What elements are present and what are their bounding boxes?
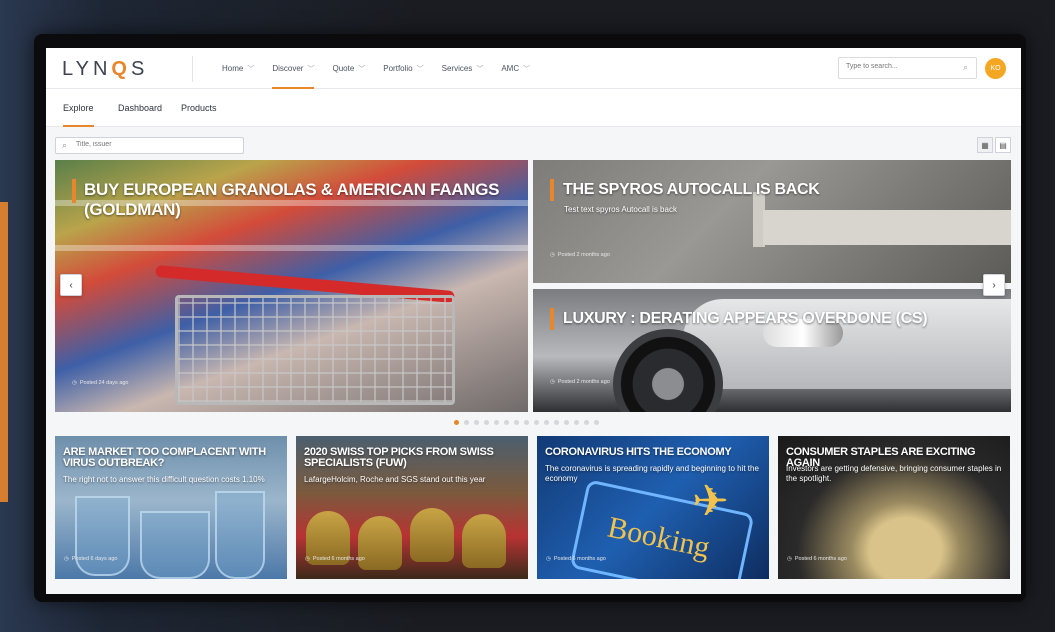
article-card[interactable]: ✈ Booking Coronavirus hits the economy T… bbox=[537, 436, 769, 579]
nav-discover[interactable]: Discover ﹀ bbox=[272, 48, 323, 89]
posted-time: ◷ Posted 6 days ago bbox=[64, 556, 118, 562]
article-card[interactable]: 2020 Swiss top picks from Swiss speciali… bbox=[296, 436, 528, 579]
carousel-dot[interactable] bbox=[504, 420, 509, 425]
carousel-dot[interactable] bbox=[594, 420, 599, 425]
clock-icon: ◷ bbox=[550, 252, 555, 258]
title-accent bbox=[550, 179, 554, 201]
clock-icon: ◷ bbox=[787, 556, 792, 562]
carousel-dot[interactable] bbox=[484, 420, 489, 425]
carousel-dot[interactable] bbox=[514, 420, 519, 425]
carousel-dot[interactable] bbox=[494, 420, 499, 425]
clock-icon: ◷ bbox=[72, 380, 77, 386]
tab-products[interactable]: Products bbox=[181, 89, 217, 127]
carousel-dot[interactable] bbox=[554, 420, 559, 425]
hero-top-right-title: The Spyros Autocall is back bbox=[563, 181, 820, 198]
clock-icon: ◷ bbox=[550, 379, 555, 385]
top-navbar: LYNQS Home ﹀ Discover ﹀ Quote ﹀ Portfolio ﹀ … bbox=[46, 48, 1021, 89]
clock-icon: ◷ bbox=[64, 556, 69, 562]
cowbell-graphic bbox=[410, 508, 454, 562]
glassware-graphic bbox=[215, 491, 265, 579]
wall-graphic bbox=[763, 210, 1011, 245]
article-subtitle: The coronavirus is spreading rapidly and… bbox=[545, 464, 759, 483]
carousel-dot[interactable] bbox=[534, 420, 539, 425]
chevron-right-icon: › bbox=[992, 279, 996, 291]
glassware-graphic bbox=[140, 511, 210, 579]
carousel-dot[interactable] bbox=[574, 420, 579, 425]
carousel-dot[interactable] bbox=[544, 420, 549, 425]
posted-time: ◷ Posted 6 months ago bbox=[305, 556, 365, 562]
search-icon: ⌕ bbox=[62, 140, 68, 150]
nav-services[interactable]: Services ﹀ bbox=[442, 48, 493, 89]
chevron-left-icon: ‹ bbox=[69, 279, 73, 291]
nav-amc[interactable]: AMC ﹀ bbox=[501, 48, 539, 89]
carousel-dots bbox=[454, 420, 599, 425]
article-subtitle: LafargeHolcim, Roche and SGS stand out t… bbox=[304, 475, 486, 484]
app-screen: LYNQS Home ﹀ Discover ﹀ Quote ﹀ Portfolio ﹀ … bbox=[46, 48, 1021, 594]
carousel-dot[interactable] bbox=[564, 420, 569, 425]
posted-time: ◷ Posted 2 months ago bbox=[550, 252, 610, 258]
hero-card-top-right[interactable]: The Spyros Autocall is back Test text sp… bbox=[533, 160, 1011, 283]
shelf-graphic bbox=[55, 245, 528, 251]
hero-bottom-right-title: Luxury : derating appears overdone (CS) bbox=[563, 310, 928, 327]
article-title: Coronavirus hits the economy bbox=[545, 446, 732, 458]
carousel-prev-button[interactable]: ‹ bbox=[60, 274, 82, 296]
hero-card-main[interactable]: Buy European Granolas & American FAANGs … bbox=[55, 160, 528, 412]
posted-time: ◷ Posted 24 days ago bbox=[72, 380, 129, 386]
avatar[interactable]: KO bbox=[985, 58, 1006, 79]
glassware-graphic bbox=[75, 496, 130, 576]
chevron-down-icon: ﹀ bbox=[523, 65, 531, 73]
chevron-down-icon: ﹀ bbox=[247, 65, 255, 73]
article-title: 2020 Swiss top picks from Swiss speciali… bbox=[304, 446, 494, 469]
carousel-dot[interactable] bbox=[454, 420, 459, 425]
posted-time: ◷ Posted 6 months ago bbox=[546, 556, 606, 562]
tab-dashboard[interactable]: Dashboard bbox=[118, 89, 162, 127]
chevron-down-icon: ﹀ bbox=[307, 65, 315, 73]
search-input[interactable] bbox=[846, 63, 956, 70]
tab-explore[interactable]: Explore bbox=[63, 89, 94, 127]
article-title: Are market too complacent with virus out… bbox=[63, 446, 266, 469]
background-accent bbox=[0, 202, 8, 502]
hero-card-bottom-right[interactable]: Luxury : derating appears overdone (CS) … bbox=[533, 289, 1011, 412]
sub-tabs: Explore Dashboard Products bbox=[46, 89, 1021, 127]
title-accent bbox=[72, 179, 76, 203]
article-subtitle: The right not to answer this difficult q… bbox=[63, 475, 265, 484]
carousel-dot[interactable] bbox=[464, 420, 469, 425]
chevron-down-icon: ﹀ bbox=[416, 65, 424, 73]
posted-time: ◷ Posted 6 months ago bbox=[787, 556, 847, 562]
carousel-dot[interactable] bbox=[474, 420, 479, 425]
title-accent bbox=[550, 308, 554, 330]
hero-main-title: Buy European Granolas & American FAANGs … bbox=[84, 180, 500, 219]
chevron-down-icon: ﹀ bbox=[476, 65, 484, 73]
nav-portfolio[interactable]: Portfolio ﹀ bbox=[383, 48, 432, 89]
filter-input[interactable] bbox=[76, 141, 236, 148]
article-card[interactable]: Consumer staples are exciting again Inve… bbox=[778, 436, 1010, 579]
list-view-icon[interactable]: ▤ bbox=[995, 137, 1011, 153]
filter-box: ⌕ bbox=[55, 137, 244, 154]
search-icon[interactable]: ⌕ bbox=[963, 62, 968, 73]
carousel-dot[interactable] bbox=[584, 420, 589, 425]
main-nav: Home ﹀ Discover ﹀ Quote ﹀ Portfolio ﹀ Servic… bbox=[222, 48, 548, 89]
nav-quote[interactable]: Quote ﹀ bbox=[332, 48, 374, 89]
chevron-down-icon: ﹀ bbox=[358, 65, 366, 73]
cart-graphic bbox=[175, 295, 455, 405]
article-card[interactable]: Are market too complacent with virus out… bbox=[55, 436, 287, 579]
search-box: ⌕ bbox=[838, 57, 977, 79]
logo-divider bbox=[192, 56, 193, 82]
carousel-next-button[interactable]: › bbox=[983, 274, 1005, 296]
hero-top-right-subtitle: Test text spyros Autocall is back bbox=[564, 205, 677, 214]
app-logo[interactable]: LYNQS bbox=[62, 58, 148, 81]
grid-view-icon[interactable]: ▦ bbox=[977, 137, 993, 153]
cowbell-graphic bbox=[462, 514, 506, 568]
posted-time: ◷ Posted 2 months ago bbox=[550, 379, 610, 385]
clock-icon: ◷ bbox=[305, 556, 310, 562]
carousel-dot[interactable] bbox=[524, 420, 529, 425]
nav-home[interactable]: Home ﹀ bbox=[222, 48, 263, 89]
article-subtitle: Investors are getting defensive, bringin… bbox=[786, 464, 1002, 483]
clock-icon: ◷ bbox=[546, 556, 551, 562]
